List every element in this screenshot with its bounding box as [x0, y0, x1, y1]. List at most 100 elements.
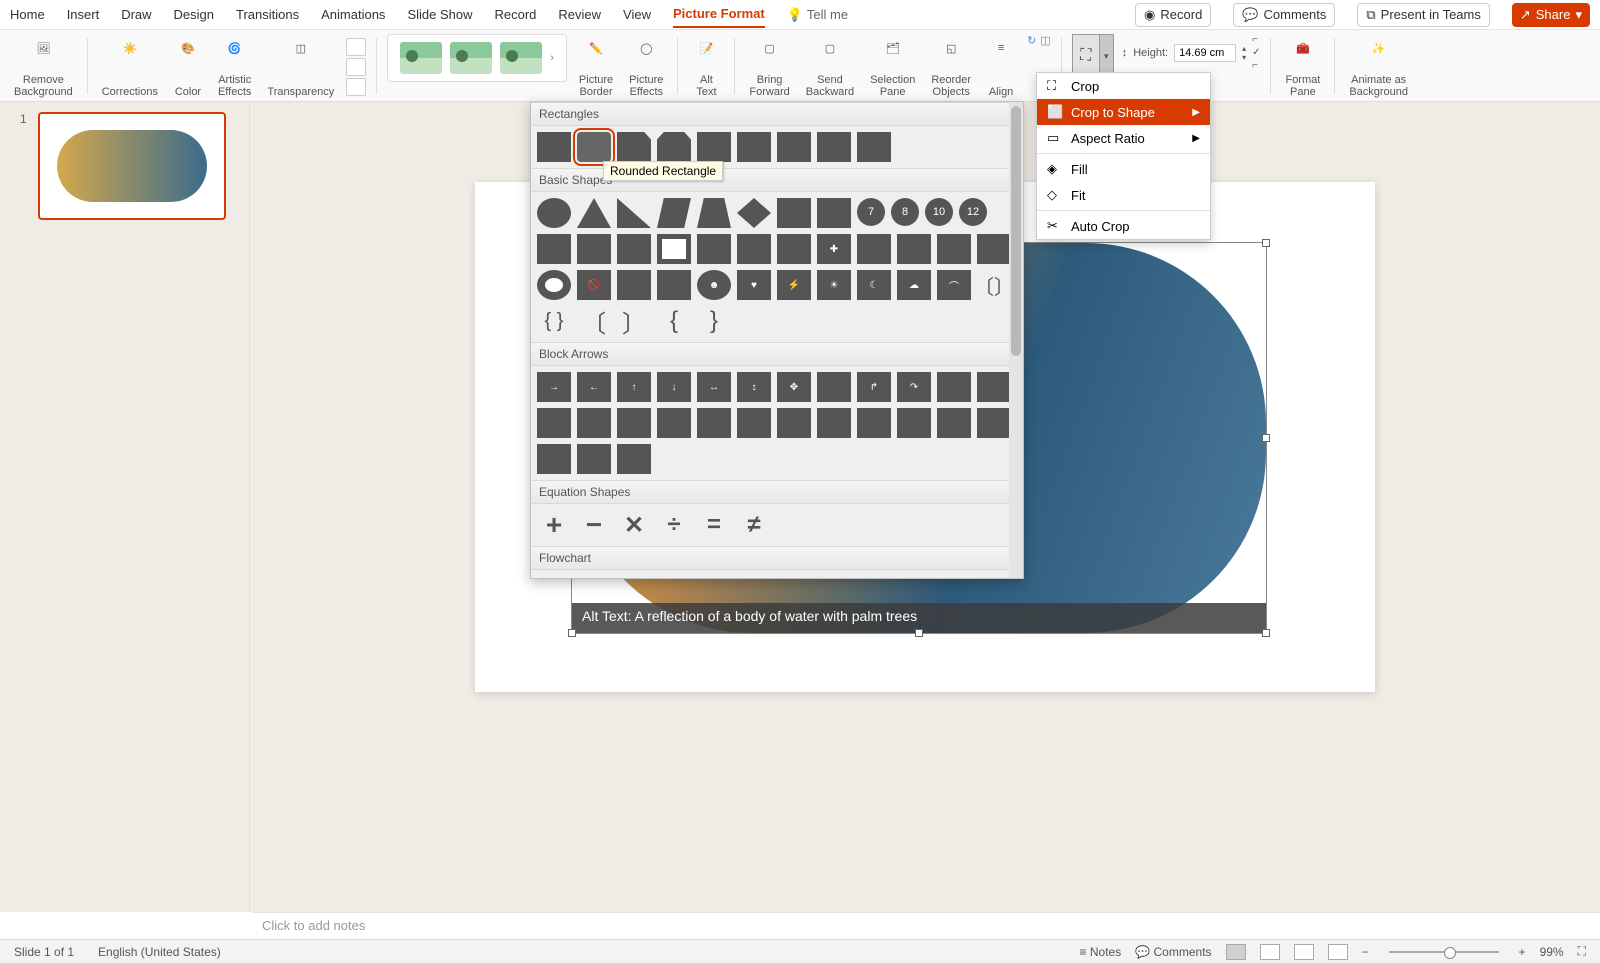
comments-button[interactable]: 💬Comments: [1233, 3, 1335, 27]
shape-arc[interactable]: ⌒: [937, 270, 971, 300]
shape-pie[interactable]: [537, 234, 571, 264]
shape-snip-diag[interactable]: [697, 132, 731, 162]
crop-menu-crop[interactable]: ⛶Crop: [1037, 73, 1210, 99]
picture-effects-button[interactable]: ◯Picture Effects: [625, 34, 667, 98]
tab-insert[interactable]: Insert: [67, 2, 100, 27]
shape-arrow-down[interactable]: ↓: [657, 372, 691, 402]
shape-moon[interactable]: ☾: [857, 270, 891, 300]
format-pane-button[interactable]: 🧰Format Pane: [1281, 34, 1324, 98]
picture-styles-gallery[interactable]: ›: [387, 34, 567, 82]
height-up-spinner[interactable]: ▴: [1242, 44, 1246, 53]
reorder-objects-button[interactable]: ◱Reorder Objects: [927, 34, 975, 98]
shape-arrow-callout-leftright[interactable]: [537, 444, 571, 474]
shape-arrow-bentup[interactable]: [977, 372, 1011, 402]
crop-corner-icon[interactable]: ⌐: [1252, 34, 1260, 45]
shape-round-single[interactable]: [777, 132, 811, 162]
present-teams-button[interactable]: ⧉Present in Teams: [1357, 3, 1490, 27]
color-button[interactable]: 🎨Color: [170, 34, 206, 98]
tab-draw[interactable]: Draw: [121, 2, 151, 27]
shape-eq-minus[interactable]: −: [577, 510, 611, 540]
shape-diagonal-stripe[interactable]: [777, 234, 811, 264]
tab-home[interactable]: Home: [10, 2, 45, 27]
shape-trapezoid[interactable]: [697, 198, 731, 228]
status-language[interactable]: English (United States): [98, 945, 221, 959]
shape-pentagon[interactable]: [777, 198, 811, 228]
view-reading-button[interactable]: [1294, 944, 1314, 960]
shape-frame[interactable]: [657, 234, 691, 264]
shape-right-triangle[interactable]: [617, 198, 651, 228]
shape-arrow-updown[interactable]: ↕: [737, 372, 771, 402]
shape-half-frame[interactable]: [697, 234, 731, 264]
shape-arrow-callout-right[interactable]: [857, 408, 891, 438]
shape-round-diag[interactable]: [857, 132, 891, 162]
view-slideshow-button[interactable]: [1328, 944, 1348, 960]
shape-right-bracket[interactable]: 〕: [617, 306, 651, 336]
shape-teardrop[interactable]: [617, 234, 651, 264]
shape-heart[interactable]: ♥: [737, 270, 771, 300]
shape-dodecagon[interactable]: 12: [959, 198, 987, 226]
transparency-button[interactable]: ◫Transparency: [263, 34, 338, 98]
gallery-more-arrow[interactable]: ›: [550, 52, 554, 64]
height-down-spinner[interactable]: ▾: [1242, 53, 1246, 62]
shape-l-shape[interactable]: [737, 234, 771, 264]
shape-arrow-circular[interactable]: [617, 444, 651, 474]
shape-donut[interactable]: [537, 270, 571, 300]
shape-triangle[interactable]: [577, 198, 611, 228]
shape-arrow-left[interactable]: ←: [577, 372, 611, 402]
picture-border-button[interactable]: ✏️Picture Border: [575, 34, 617, 98]
shape-arrow-callout-left[interactable]: [937, 408, 971, 438]
shape-plaque[interactable]: [857, 234, 891, 264]
shape-folded-corner[interactable]: [657, 270, 691, 300]
shape-arrow-leftup[interactable]: [937, 372, 971, 402]
align-button[interactable]: ≡Align: [983, 34, 1019, 98]
shape-left-brace[interactable]: {: [657, 306, 691, 336]
shape-hexagon[interactable]: [817, 198, 851, 228]
shape-snip-single[interactable]: [617, 132, 651, 162]
shape-arrow-leftright[interactable]: ↔: [697, 372, 731, 402]
shape-lightning[interactable]: ⚡: [777, 270, 811, 300]
tab-record[interactable]: Record: [494, 2, 536, 27]
tab-review[interactable]: Review: [558, 2, 601, 27]
group-button[interactable]: ◫: [1040, 34, 1050, 47]
shape-bevel[interactable]: [977, 234, 1011, 264]
crop-menu-croptoshape[interactable]: ⬜Crop to Shape▶: [1037, 99, 1210, 125]
alt-text-button[interactable]: 📝Alt Text: [688, 34, 724, 98]
shape-can[interactable]: [897, 234, 931, 264]
shape-arrow-right[interactable]: →: [537, 372, 571, 402]
shape-heptagon[interactable]: 7: [857, 198, 885, 226]
selection-pane-button[interactable]: 🗂Selection Pane: [866, 34, 919, 98]
corrections-button[interactable]: ☀️Corrections: [98, 34, 162, 98]
shape-oval[interactable]: [537, 198, 571, 228]
shape-smiley[interactable]: ☻: [697, 270, 731, 300]
shape-arrow-curved-left[interactable]: [577, 408, 611, 438]
shape-arrow-curved-right[interactable]: [537, 408, 571, 438]
shape-arrow-quad[interactable]: ✥: [777, 372, 811, 402]
style-2[interactable]: [450, 42, 492, 74]
shape-octagon[interactable]: 8: [891, 198, 919, 226]
tab-picture-format[interactable]: Picture Format: [673, 1, 765, 28]
shape-arrow-notched[interactable]: [737, 408, 771, 438]
tab-animations[interactable]: Animations: [321, 2, 385, 27]
shape-no-symbol[interactable]: 🚫: [577, 270, 611, 300]
shape-double-brace[interactable]: { }: [537, 306, 571, 336]
shape-arrow-up[interactable]: ↑: [617, 372, 651, 402]
shape-eq-notequal[interactable]: ≠: [737, 510, 771, 540]
shape-block-arc[interactable]: [617, 270, 651, 300]
share-button[interactable]: ↗Share▾: [1512, 3, 1590, 27]
shape-plus[interactable]: ✚: [817, 234, 851, 264]
crop-menu-aspect[interactable]: ▭Aspect Ratio▶: [1037, 125, 1210, 151]
style-1[interactable]: [400, 42, 442, 74]
animate-as-background-button[interactable]: ✨Animate as Background: [1345, 34, 1412, 98]
crop-menu-fit[interactable]: ◇Fit: [1037, 182, 1210, 208]
shape-arrow-callout-down[interactable]: [897, 408, 931, 438]
shape-eq-plus[interactable]: +: [537, 510, 571, 540]
zoom-percent[interactable]: 99%: [1540, 945, 1564, 959]
shape-eq-multiply[interactable]: ✕: [617, 510, 651, 540]
shape-cube[interactable]: [937, 234, 971, 264]
shape-arrow-leftrightup[interactable]: [817, 372, 851, 402]
shape-arrow-curved-up[interactable]: [617, 408, 651, 438]
resize-handle[interactable]: [915, 629, 923, 637]
tab-transitions[interactable]: Transitions: [236, 2, 299, 27]
shape-arrow-pentagon[interactable]: [777, 408, 811, 438]
shape-arrow-bent[interactable]: ↱: [857, 372, 891, 402]
